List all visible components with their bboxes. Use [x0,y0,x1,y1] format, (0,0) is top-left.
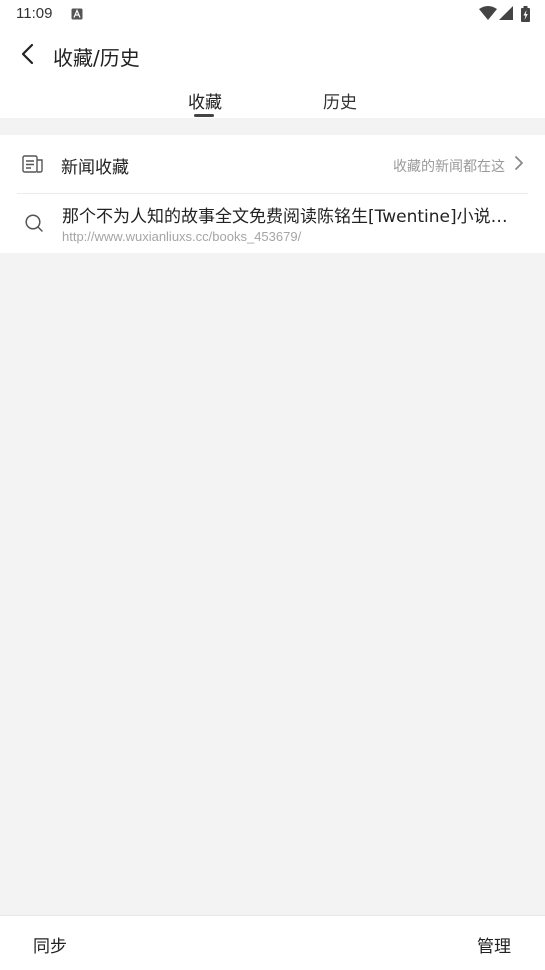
tab-history[interactable]: 历史 [323,88,357,113]
active-tab-indicator [194,114,214,117]
sync-button[interactable]: 同步 [33,932,67,957]
top-app-bar: 11:09 收藏/历史 收藏 历史 [0,0,545,118]
status-bar: 11:09 [0,0,545,28]
news-favorites-label: 新闻收藏 [61,158,129,178]
favorite-item[interactable]: 那个不为人知的故事全文免费阅读陈铭生[Twentine]小说 - 无限小说网 h… [0,194,545,253]
chevron-right-icon [515,156,523,170]
bottom-action-bar: 同步 管理 [0,915,545,970]
page-title: 收藏/历史 [53,46,140,70]
title-row: 收藏/历史 [0,34,545,74]
search-icon [25,214,43,232]
wifi-icon [479,6,497,20]
news-favorites-row[interactable]: 新闻收藏 收藏的新闻都在这 [0,135,545,193]
status-icons [479,6,531,22]
battery-charging-icon [521,6,530,22]
tab-favorites[interactable]: 收藏 [188,88,222,113]
favorite-item-url: http://www.wuxianliuxs.cc/books_453679/ [62,229,302,244]
cell-signal-icon [499,6,513,20]
manage-button[interactable]: 管理 [477,932,511,957]
app-notification-icon [71,8,83,20]
favorite-item-title: 那个不为人知的故事全文免费阅读陈铭生[Twentine]小说 - 无限小说网 [62,207,510,227]
chevron-left-icon [21,43,34,65]
news-icon [22,155,43,173]
news-favorites-hint: 收藏的新闻都在这 [393,159,505,175]
back-button[interactable] [14,40,42,68]
favorites-list: 新闻收藏 收藏的新闻都在这 那个不为人知的故事全文免费阅读陈铭生[Twentin… [0,135,545,253]
status-time: 11:09 [16,5,53,22]
